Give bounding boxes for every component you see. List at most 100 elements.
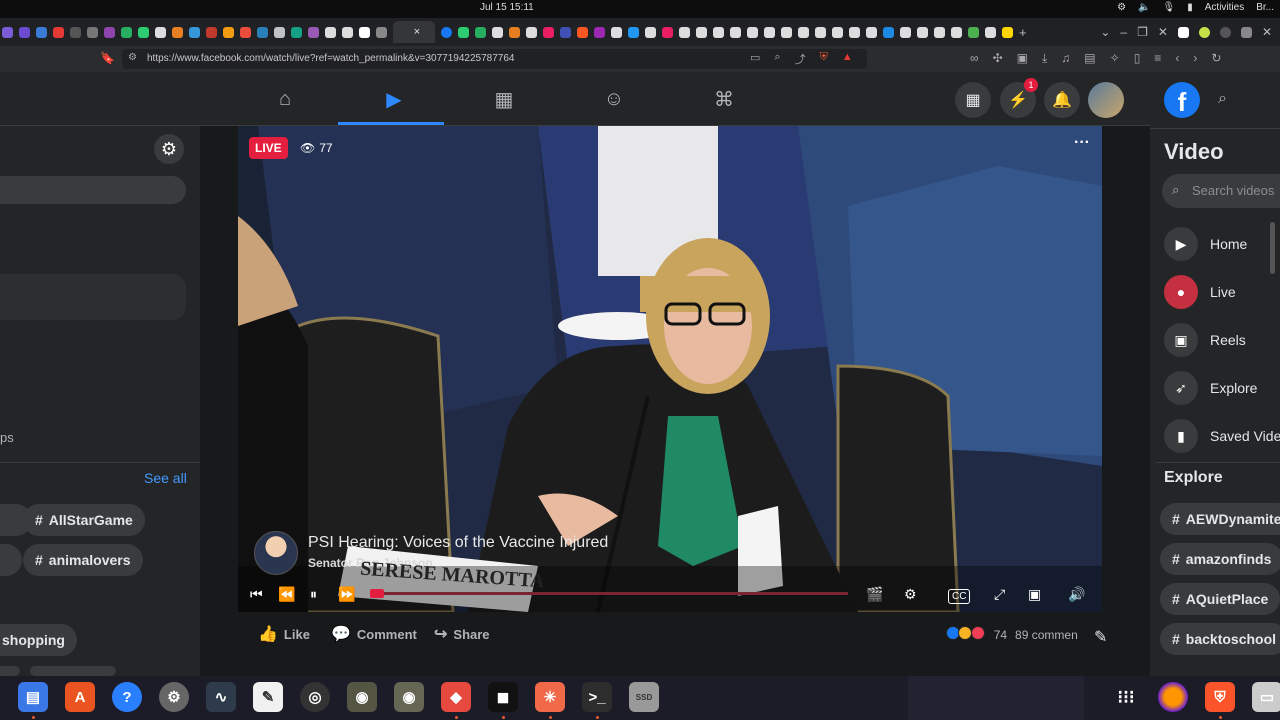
tab-favicon[interactable] <box>883 26 894 38</box>
browser-label[interactable]: Br... <box>1256 2 1274 13</box>
comment-count[interactable]: 89 commen <box>1015 628 1078 642</box>
share-button[interactable]: ↪ Share <box>434 624 490 644</box>
brave-icon[interactable]: ⛨ <box>1205 682 1235 712</box>
tab-favicon[interactable] <box>172 26 183 38</box>
sidebar-item-saved[interactable]: ▮ Saved Vide <box>1164 419 1280 453</box>
zoom-icon[interactable]: ⌕ <box>774 51 780 67</box>
battery-icon[interactable]: ▮ <box>1187 2 1193 13</box>
forward-icon[interactable]: ⏩ <box>338 586 355 603</box>
close-icon[interactable]: ✕ <box>1262 25 1272 39</box>
tab-favicon[interactable] <box>359 26 370 38</box>
hashtag-pill[interactable] <box>0 544 22 576</box>
scrollbar-thumb[interactable] <box>1270 222 1275 274</box>
new-tab-button[interactable]: + <box>1019 25 1027 40</box>
tab-favicon[interactable] <box>274 26 285 38</box>
tab-favicon[interactable] <box>679 26 690 38</box>
share-icon[interactable]: ⤴ <box>795 51 806 67</box>
files-icon[interactable]: ▭ <box>1252 682 1280 712</box>
tab-favicon[interactable] <box>36 26 47 38</box>
sidebar-item-reels[interactable]: ▣ Reels <box>1164 323 1246 357</box>
sidebar-icon[interactable]: ▯ <box>1134 51 1141 66</box>
tab-favicon[interactable] <box>458 26 469 38</box>
activities-label[interactable]: Activities <box>1205 2 1244 13</box>
marketplace-icon[interactable]: ▦ <box>489 84 519 114</box>
tab-favicon[interactable] <box>240 26 251 38</box>
hashtag-pill[interactable]: shopping <box>0 624 77 656</box>
restore-icon[interactable]: ❐ <box>1137 25 1148 39</box>
compose-icon[interactable]: ✎ <box>1094 627 1107 647</box>
video-settings-icon[interactable]: ⚙ <box>904 586 917 603</box>
rewind-icon[interactable]: ⏪ <box>278 586 295 603</box>
tab-favicon[interactable] <box>509 26 520 38</box>
ext-icon[interactable] <box>1219 26 1231 38</box>
miniplayer-icon[interactable]: ▣ <box>1028 586 1041 603</box>
hashtag-pill[interactable]: # AQuietPlace <box>1160 583 1280 615</box>
tab-favicon[interactable] <box>747 26 758 38</box>
tab-favicon[interactable] <box>832 26 843 38</box>
menu-grid-icon[interactable]: ▦ <box>955 82 991 118</box>
see-all-link[interactable]: See all <box>144 470 187 486</box>
tab-favicon[interactable] <box>781 26 792 38</box>
hashtag-pill[interactable]: # animalovers <box>23 544 143 576</box>
captions-icon[interactable]: CC <box>948 589 971 604</box>
tab-favicon[interactable] <box>121 26 132 38</box>
tab-favicon[interactable] <box>628 26 639 38</box>
tab-favicon[interactable] <box>951 26 962 38</box>
tab-favicon[interactable] <box>308 26 319 38</box>
leo-icon[interactable]: ✧ <box>1110 51 1120 66</box>
search-videos-input[interactable]: ⌕ Search videos <box>1162 174 1280 208</box>
git-icon[interactable]: ◆ <box>441 682 471 712</box>
tab-favicon[interactable] <box>104 26 115 38</box>
tab-favicon[interactable] <box>138 26 149 38</box>
close-icon[interactable]: × <box>414 26 420 38</box>
pause-icon[interactable]: ⏸ <box>310 586 317 603</box>
facebook-tab-favicon[interactable] <box>441 26 452 38</box>
tab-favicon[interactable] <box>611 26 622 38</box>
tab-favicon[interactable] <box>764 26 775 38</box>
tab-favicon[interactable] <box>2 26 13 38</box>
brave-rewards-icon[interactable]: ▲ <box>842 51 853 67</box>
facebook-logo[interactable]: f <box>1164 82 1200 118</box>
avatar[interactable] <box>1088 82 1124 118</box>
extension-icon[interactable]: ∞ <box>970 51 979 66</box>
hashtag-pill[interactable] <box>30 666 116 676</box>
ext-icon[interactable] <box>1177 26 1189 38</box>
tab-favicon[interactable] <box>577 26 588 38</box>
close-window-icon[interactable]: ✕ <box>1158 25 1168 39</box>
tab-favicon[interactable] <box>713 26 724 38</box>
bookmark-icon[interactable]: 🔖 <box>100 51 115 65</box>
brave-shield-icon[interactable]: ⛨ <box>820 51 828 67</box>
tab-favicon[interactable] <box>526 26 537 38</box>
box-icon[interactable]: ◼ <box>488 682 518 712</box>
reload-icon[interactable]: ↻ <box>1211 51 1221 66</box>
active-tab[interactable]: x-close-icon × <box>393 21 435 43</box>
sidebar-item-live[interactable]: ● Live <box>1164 275 1236 309</box>
tab-favicon[interactable] <box>934 26 945 38</box>
app-grid-icon[interactable]: ⁝⁝⁝ <box>1111 682 1141 712</box>
channel-avatar[interactable] <box>254 531 298 575</box>
tab-favicon[interactable] <box>53 26 64 38</box>
notes-icon[interactable]: ✎ <box>253 682 283 712</box>
gimp-2-icon[interactable]: ◉ <box>394 682 424 712</box>
tab-favicon[interactable] <box>223 26 234 38</box>
site-settings-icon[interactable]: ⚙ <box>128 52 137 63</box>
puzzle-icon[interactable]: ✣ <box>993 51 1003 66</box>
clips-icon[interactable]: 🎬 <box>866 586 883 603</box>
tab-favicon[interactable] <box>342 26 353 38</box>
comment-button[interactable]: 💬 Comment <box>331 624 417 644</box>
forward-icon[interactable]: › <box>1193 51 1197 66</box>
volume-icon[interactable]: 🔊 <box>1068 586 1085 603</box>
ext-icon[interactable] <box>1240 26 1252 38</box>
notifications-icon[interactable]: 🔔 <box>1044 82 1080 118</box>
system-clock[interactable]: Jul 15 15:11 <box>480 2 534 13</box>
obs-icon[interactable]: ◎ <box>300 682 330 712</box>
app-store-icon[interactable]: A <box>65 682 95 712</box>
like-button[interactable]: 👍 Like <box>258 624 310 644</box>
mic-icon[interactable]: 🎙 <box>1163 2 1176 13</box>
tab-favicon[interactable] <box>985 26 996 38</box>
back-icon[interactable]: ‹ <box>1175 51 1179 66</box>
tab-favicon[interactable] <box>19 26 30 38</box>
tab-favicon[interactable] <box>475 26 486 38</box>
volume-icon[interactable]: 🔈 <box>1138 2 1150 13</box>
tab-favicon[interactable] <box>645 26 656 38</box>
